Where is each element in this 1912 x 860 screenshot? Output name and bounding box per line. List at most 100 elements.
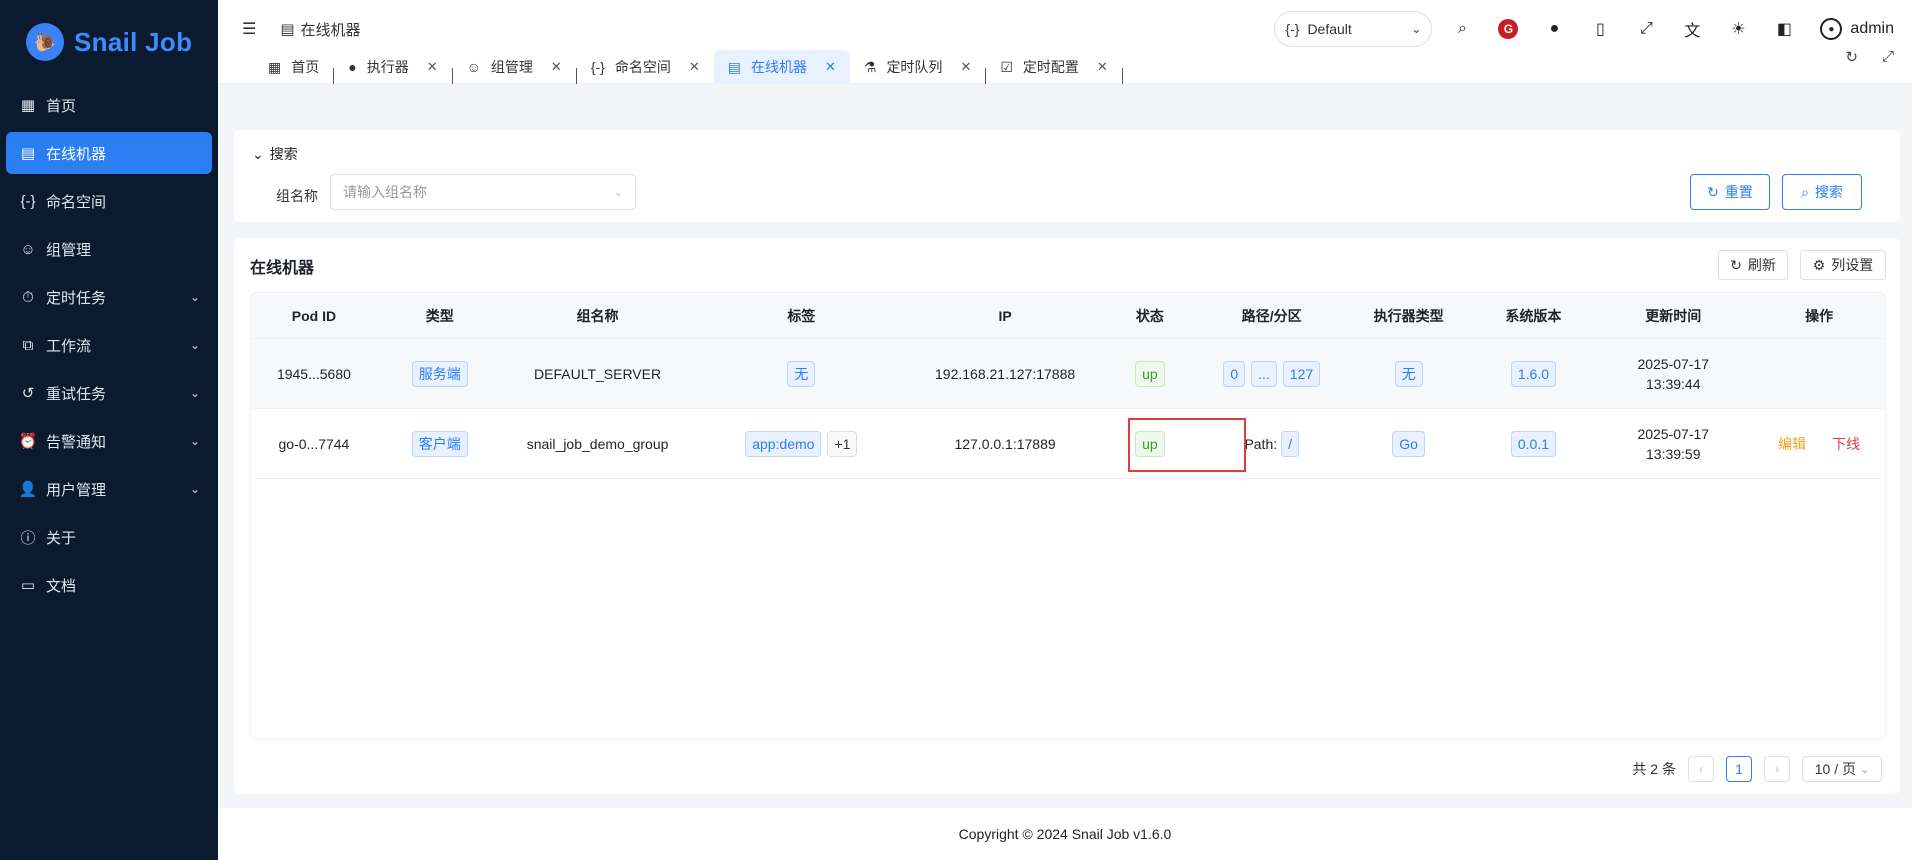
group-name-select[interactable]: 请输入组名称 ⌄ bbox=[330, 174, 636, 210]
sidebar-item-group-management[interactable]: ☺ 组管理 bbox=[6, 228, 212, 270]
alarm-icon: ⏰ bbox=[18, 433, 38, 450]
sidebar-item-label: 告警通知 bbox=[46, 433, 107, 451]
tab-label: 定时配置 bbox=[1022, 59, 1079, 75]
sidebar-item-namespace[interactable]: {-} 命名空间 bbox=[6, 180, 212, 222]
page-button[interactable]: 1 bbox=[1726, 756, 1752, 782]
github-icon[interactable]: ● bbox=[1538, 13, 1570, 45]
user-name: admin bbox=[1850, 20, 1894, 37]
sidebar-item-user-management[interactable]: 👤 用户管理 ⌄ bbox=[6, 468, 212, 510]
column-header-version: 系统版本 bbox=[1505, 307, 1562, 324]
theme-config-icon[interactable]: ◧ bbox=[1768, 13, 1800, 45]
doc-icon: ▭ bbox=[20, 577, 36, 594]
sidebar-item-about[interactable]: ⓘ 关于 bbox=[6, 516, 212, 558]
sidebar-item-label: 组管理 bbox=[46, 241, 92, 259]
sidebar-item-home[interactable]: ▦ 首页 bbox=[6, 84, 212, 126]
tab-scheduled-queue[interactable]: ⚗ 定时队列 ✕ bbox=[850, 50, 985, 84]
tab-executor[interactable]: ● 执行器 ✕ bbox=[334, 50, 451, 84]
search-button[interactable]: ⌕ 搜索 bbox=[1782, 174, 1862, 210]
namespace-value: Default bbox=[1307, 21, 1352, 37]
pod-id-cell: go-0...7744 bbox=[278, 435, 350, 452]
reset-label: 重置 bbox=[1724, 184, 1753, 200]
search-title: 搜索 bbox=[269, 146, 298, 162]
sun-icon[interactable]: ☀ bbox=[1722, 13, 1754, 45]
partition-tag: 127 bbox=[1282, 360, 1321, 387]
tab-home[interactable]: ▦ 首页 bbox=[254, 50, 333, 84]
column-header-status: 状态 bbox=[1135, 307, 1164, 324]
close-icon[interactable]: ✕ bbox=[689, 59, 700, 75]
column-settings-label: 列设置 bbox=[1831, 257, 1874, 273]
namespace-select[interactable]: {-} Default ⌄ bbox=[1274, 11, 1433, 47]
column-header-partition: 路径/分区 bbox=[1241, 307, 1302, 324]
reset-button[interactable]: ↻ 重置 bbox=[1690, 174, 1770, 210]
version-tag: 0.0.1 bbox=[1510, 430, 1556, 457]
brand[interactable]: 🐌 Snail Job bbox=[0, 0, 218, 84]
sidebar-item-docs[interactable]: ▭ 文档 bbox=[6, 564, 212, 606]
reload-icon[interactable]: ↻ bbox=[1845, 48, 1858, 66]
tab-label: 定时队列 bbox=[886, 59, 943, 75]
page-size-select[interactable]: 10 / 页 ⌄ bbox=[1802, 756, 1882, 782]
executor-type-tag: Go bbox=[1392, 430, 1425, 457]
user-manage-icon: 👤 bbox=[18, 481, 38, 498]
sidebar-item-label: 定时任务 bbox=[46, 289, 107, 307]
sidebar-item-scheduled-tasks[interactable]: ⏱ 定时任务 ⌄ bbox=[6, 276, 212, 318]
next-page-button[interactable]: › bbox=[1764, 756, 1790, 782]
sidebar-item-workflow[interactable]: ⧉ 工作流 ⌄ bbox=[6, 324, 212, 366]
label-more-tag[interactable]: +1 bbox=[827, 430, 858, 457]
copyright: Copyright © 2024 Snail Job v1.6.0 bbox=[958, 826, 1172, 842]
edit-link[interactable]: 编辑 bbox=[1778, 434, 1806, 454]
path-label: Path: bbox=[1244, 435, 1278, 452]
offline-link[interactable]: 下线 bbox=[1832, 434, 1860, 454]
menu-collapse-icon[interactable]: ☰ bbox=[242, 19, 256, 39]
namespace-icon: {-} bbox=[1285, 21, 1300, 37]
server-icon: ▤ bbox=[280, 21, 295, 38]
tab-namespace[interactable]: {-} 命名空间 ✕ bbox=[577, 50, 714, 84]
gitee-icon[interactable]: G bbox=[1492, 13, 1524, 45]
updated-cell: 2025-07-17 13:39:59 bbox=[1593, 409, 1753, 479]
sidebar-item-retry-tasks[interactable]: ↺ 重试任务 ⌄ bbox=[6, 372, 212, 414]
fullscreen-icon[interactable]: ⤢ bbox=[1630, 13, 1662, 45]
close-icon[interactable]: ✕ bbox=[960, 59, 971, 75]
table-row: go-0...7744 客户端 snail_job_demo_group app… bbox=[251, 409, 1885, 479]
fullscreen-icon[interactable]: ⤢ bbox=[1882, 48, 1894, 66]
document-settings-icon[interactable]: ▯ bbox=[1584, 13, 1616, 45]
tab-group-management[interactable]: ☺ 组管理 ✕ bbox=[453, 50, 576, 84]
tab-online-machines[interactable]: ▤ 在线机器 ✕ bbox=[713, 50, 850, 84]
type-cell: 服务端 bbox=[377, 339, 503, 409]
path-tag: / bbox=[1281, 430, 1300, 457]
sidebar-item-label: 关于 bbox=[46, 529, 77, 547]
group-cell: snail_job_demo_group bbox=[526, 435, 669, 452]
table-title: 在线机器 bbox=[250, 260, 315, 277]
updated-cell: 2025-07-17 13:39:44 bbox=[1593, 339, 1753, 409]
sidebar-item-label: 命名空间 bbox=[46, 193, 107, 211]
translate-icon[interactable]: 文 bbox=[1676, 13, 1708, 45]
actions-cell bbox=[1753, 339, 1885, 409]
machines-table: Pod ID 类型 组名称 标签 IP 状态 路径/分区 执行器类型 系统版本 … bbox=[250, 292, 1886, 740]
group-icon: ☺ bbox=[466, 59, 481, 75]
chevron-down-icon: ⌄ bbox=[189, 434, 200, 448]
tab-scheduled-config[interactable]: ☑ 定时配置 ✕ bbox=[986, 50, 1121, 84]
group-icon: ☺ bbox=[20, 240, 36, 258]
close-icon[interactable]: ✕ bbox=[551, 59, 562, 75]
namespace-icon: {-} bbox=[590, 59, 605, 75]
user-menu[interactable]: ● admin bbox=[1820, 18, 1894, 40]
timer-icon: ⏱ bbox=[22, 288, 34, 306]
close-icon[interactable]: ✕ bbox=[427, 59, 438, 75]
refresh-button[interactable]: ↻ 刷新 bbox=[1718, 250, 1788, 280]
chevron-down-icon: ⌄ bbox=[1860, 763, 1870, 776]
tab-bar: ▦ 首页 ● 执行器 ✕ ☺ 组管理 ✕ {-} 命名空间 ✕ ▤ 在线机器 ✕… bbox=[218, 48, 1912, 84]
namespace-icon: {-} bbox=[20, 192, 36, 210]
sidebar-item-alarm-notify[interactable]: ⏰ 告警通知 ⌄ bbox=[6, 420, 212, 462]
status-cell: up bbox=[1100, 339, 1200, 409]
prev-page-button[interactable]: ‹ bbox=[1688, 756, 1714, 782]
search-icon[interactable]: ⌕ bbox=[1446, 13, 1478, 45]
sidebar: 🐌 Snail Job ▦ 首页 ▤ 在线机器 {-} 命名空间 ☺ 组管理 ⏱… bbox=[0, 0, 218, 860]
tab-label: 组管理 bbox=[490, 59, 533, 75]
close-icon[interactable]: ✕ bbox=[825, 59, 836, 75]
chevron-down-icon: ⌄ bbox=[189, 338, 200, 352]
close-icon[interactable]: ✕ bbox=[1097, 59, 1108, 75]
sidebar-item-online-machines[interactable]: ▤ 在线机器 bbox=[6, 132, 212, 174]
queue-icon: ⚗ bbox=[863, 58, 877, 75]
column-settings-button[interactable]: ⚙ 列设置 bbox=[1800, 250, 1886, 280]
column-header-updated: 更新时间 bbox=[1645, 307, 1702, 324]
search-collapse-toggle[interactable]: ⌄ 搜索 bbox=[252, 144, 298, 164]
